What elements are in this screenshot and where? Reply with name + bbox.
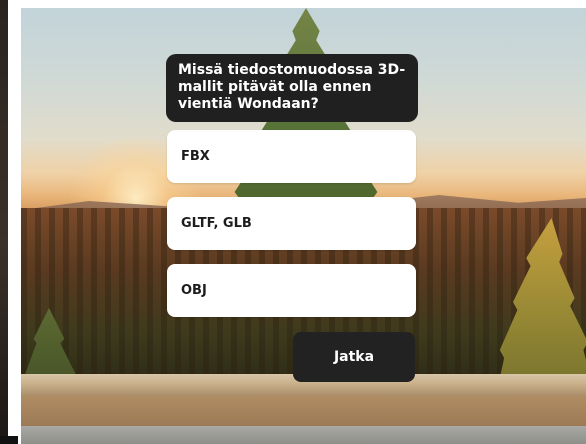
question-text: Missä tiedostomuodossa 3D-mallit pitävät… [178,62,406,112]
answer-label: GLTF, GLB [181,216,252,231]
deck-floor [21,426,586,444]
answer-option-gltf-glb[interactable]: GLTF, GLB [167,197,416,250]
continue-button-label: Jatka [333,349,375,365]
left-edge-strip [0,0,8,444]
answer-label: OBJ [181,283,207,298]
corner-mark [0,436,18,444]
answer-label: FBX [181,149,210,164]
answer-option-fbx[interactable]: FBX [167,130,416,183]
question-panel: Missä tiedostomuodossa 3D-mallit pitävät… [166,54,418,122]
answer-option-obj[interactable]: OBJ [167,264,416,317]
screen: Missä tiedostomuodossa 3D-mallit pitävät… [0,0,586,444]
continue-button[interactable]: Jatka [293,332,415,382]
vr-scene: Missä tiedostomuodossa 3D-mallit pitävät… [21,8,586,444]
